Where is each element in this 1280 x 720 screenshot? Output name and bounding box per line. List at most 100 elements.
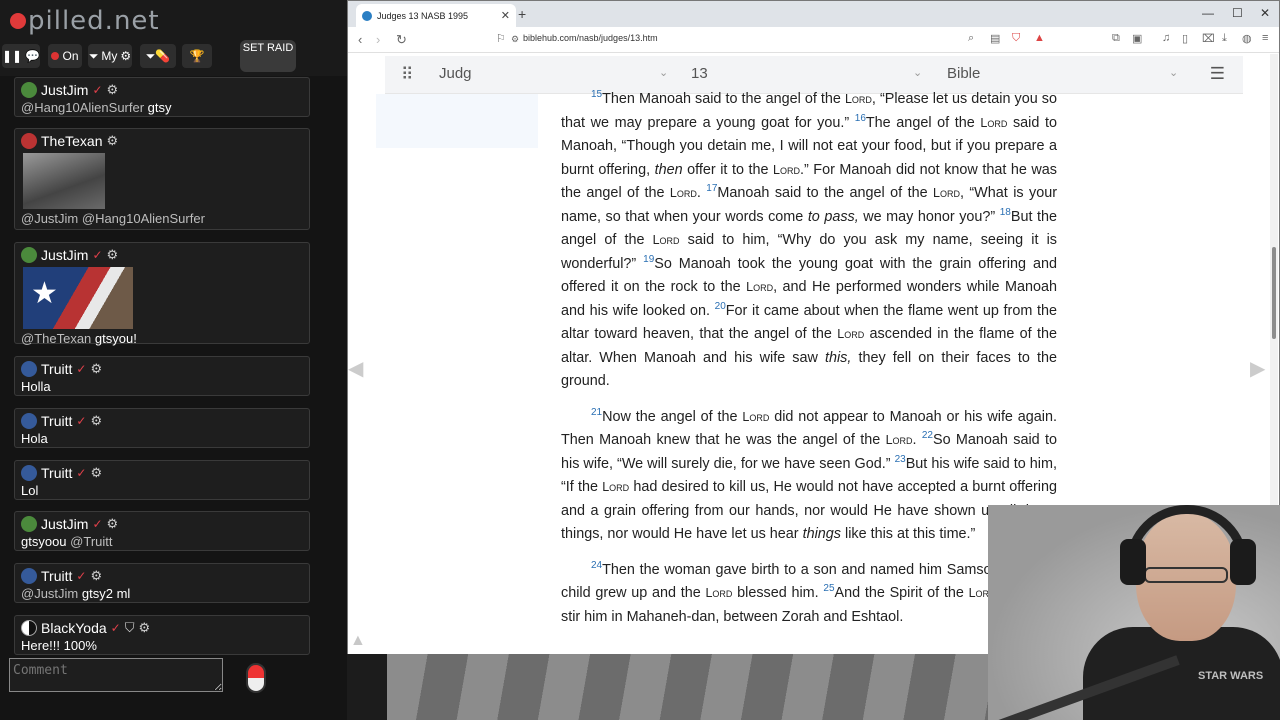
avatar[interactable] — [21, 247, 37, 263]
verse-number-link[interactable]: 18 — [1000, 207, 1011, 218]
scroll-top-icon[interactable]: ▲ — [350, 632, 366, 650]
gear-icon[interactable]: ⚙ — [90, 465, 102, 481]
username[interactable]: Truitt — [41, 413, 72, 429]
reload-icon[interactable]: ↻ — [396, 32, 407, 48]
next-chapter-arrow-icon[interactable]: ▶ — [1250, 356, 1265, 381]
verse-number-link[interactable]: 21 — [591, 407, 602, 418]
browser-tab[interactable]: Judges 13 NASB 1995 ✕ — [356, 4, 516, 27]
gear-icon[interactable]: ⚙ — [90, 568, 102, 584]
verse-number-link[interactable]: 17 — [706, 183, 717, 194]
divine-name: Lord — [742, 409, 770, 424]
mention[interactable]: @Hang10AlienSurfer — [21, 100, 144, 115]
wallet-icon[interactable]: ▣ — [1132, 32, 1142, 45]
mention[interactable]: @JustJim @Hang10AlienSurfer — [21, 211, 205, 226]
gear-icon[interactable]: ⚙ — [107, 82, 119, 98]
music-icon[interactable]: ♫ — [1162, 32, 1170, 44]
verse-text: like this at this time.” — [841, 526, 976, 542]
download-icon[interactable]: ⤓ — [1222, 32, 1227, 45]
book-select[interactable]: Judg — [439, 65, 472, 82]
live-dot-icon — [51, 52, 60, 60]
avatar[interactable] — [21, 516, 37, 532]
mention[interactable]: @TheTexan — [21, 331, 91, 346]
username[interactable]: JustJim — [41, 516, 88, 532]
verse-number-link[interactable]: 19 — [643, 254, 654, 265]
screenshot-icon[interactable]: ⌧ — [1202, 32, 1215, 45]
headset-earcup — [1120, 539, 1146, 585]
version-select[interactable]: Bible — [947, 65, 980, 82]
avatar[interactable] — [21, 361, 37, 377]
extensions-icon[interactable]: ⧉ — [1112, 32, 1120, 45]
verse-number-link[interactable]: 22 — [922, 430, 933, 441]
verse-text: offer it to the — [682, 161, 774, 178]
shield-icon[interactable]: ⛉ — [1012, 32, 1020, 45]
verse-number-link[interactable]: 15 — [591, 89, 602, 100]
site-info-icon[interactable]: ⚙ — [511, 34, 519, 45]
gear-icon[interactable]: ⚙ — [90, 413, 102, 429]
url-field[interactable]: biblehub.com/nasb/judges/13.htm — [523, 33, 658, 43]
previous-chapter-arrow-icon[interactable]: ◀ — [348, 356, 363, 381]
username[interactable]: TheTexan — [41, 133, 102, 149]
hamburger-menu-icon[interactable]: ☰ — [1210, 64, 1225, 84]
chevron-down-icon[interactable]: ⌄ — [1169, 66, 1178, 79]
set-raid-button[interactable]: SET RAID — [240, 40, 296, 72]
avatar[interactable] — [21, 465, 37, 481]
window-close-icon[interactable]: ✕ — [1260, 6, 1270, 20]
username[interactable]: Truitt — [41, 568, 72, 584]
verse-number-link[interactable]: 16 — [855, 113, 866, 124]
new-tab-button[interactable]: + — [518, 6, 526, 22]
chevron-down-icon[interactable]: ⌄ — [659, 66, 668, 79]
vpn-icon[interactable]: ◍ — [1242, 32, 1252, 45]
gear-icon[interactable]: ⚙ — [107, 516, 119, 532]
gear-icon[interactable]: ⚙ — [106, 133, 118, 149]
mention[interactable]: @Truitt — [70, 534, 112, 549]
username[interactable]: Truitt — [41, 361, 72, 377]
back-icon[interactable]: ‹ — [358, 32, 362, 47]
my-filter-button[interactable]: ⏷ My ⚙ — [88, 44, 132, 68]
message-text: Lol — [21, 483, 39, 498]
avatar[interactable] — [21, 413, 37, 429]
username[interactable]: Truitt — [41, 465, 72, 481]
grid-icon[interactable]: ⠿ — [401, 65, 413, 85]
site-logo[interactable]: pilled.net — [10, 4, 160, 38]
username[interactable]: BlackYoda — [41, 620, 107, 636]
brave-rewards-icon[interactable]: ▲ — [1034, 32, 1045, 44]
chevron-down-icon[interactable]: ⌄ — [913, 66, 922, 79]
verse-number-link[interactable]: 24 — [591, 560, 602, 571]
chat-toggle-button[interactable]: ❚❚ 💬 — [2, 44, 40, 68]
gear-icon[interactable]: ⚙ — [138, 620, 150, 636]
avatar[interactable] — [21, 82, 37, 98]
mention[interactable]: @JustJim — [21, 586, 78, 601]
send-pill-button[interactable] — [246, 663, 266, 693]
trophy-button[interactable]: 🏆 — [182, 44, 212, 68]
minimize-icon[interactable]: — — [1202, 6, 1214, 20]
forward-icon[interactable]: › — [376, 32, 380, 47]
gear-icon[interactable]: ⚙ — [107, 247, 119, 263]
close-icon[interactable]: ✕ — [501, 9, 510, 22]
verse-number-link[interactable]: 25 — [823, 583, 834, 594]
avatar[interactable] — [21, 620, 37, 636]
tab-bar: Judges 13 NASB 1995 ✕ + — ☐ ✕ — [348, 1, 1279, 27]
gear-icon[interactable]: ⚙ — [90, 361, 102, 377]
reader-icon[interactable]: ▤ — [990, 32, 1000, 45]
username[interactable]: JustJim — [41, 82, 88, 98]
pill-filter-button[interactable]: ⏷💊 — [140, 44, 176, 68]
chapter-select[interactable]: 13 — [691, 65, 708, 82]
sidebar-icon[interactable]: ▯ — [1182, 32, 1188, 45]
maximize-icon[interactable]: ☐ — [1232, 6, 1243, 20]
zoom-icon[interactable]: ⌕ — [968, 32, 974, 45]
shield-icon: ⛉ — [124, 620, 135, 635]
verse-text: Manoah said to the angel of the — [717, 185, 934, 201]
comment-input[interactable] — [9, 658, 223, 692]
bookmark-icon[interactable]: ⚐ — [496, 32, 506, 45]
on-toggle-button[interactable]: On — [48, 44, 82, 68]
avatar[interactable] — [21, 568, 37, 584]
verse-number-link[interactable]: 23 — [895, 454, 906, 465]
username[interactable]: JustJim — [41, 247, 88, 263]
message-text: gtsy — [147, 100, 172, 115]
gear-icon: ⚙ — [120, 49, 132, 63]
verse-number-link[interactable]: 20 — [715, 301, 726, 312]
avatar[interactable] — [21, 133, 37, 149]
menu-icon[interactable]: ≡ — [1262, 32, 1268, 44]
scroll-thumb[interactable] — [1272, 247, 1276, 339]
verse-text: then — [654, 161, 683, 178]
